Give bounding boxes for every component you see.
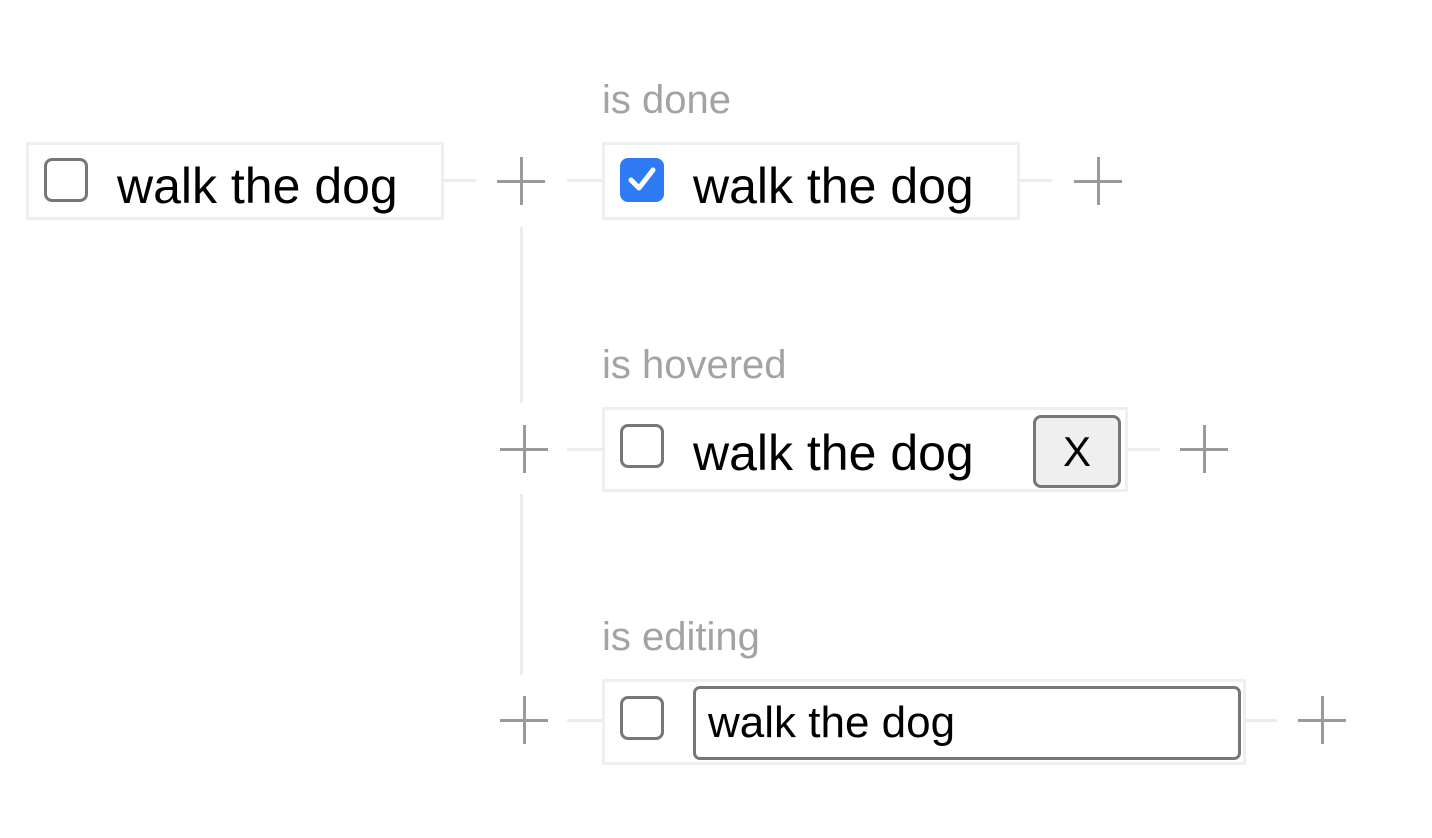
connector-line: [567, 448, 602, 451]
todo-checkbox[interactable]: [44, 158, 88, 202]
todo-edit-input[interactable]: [693, 686, 1241, 760]
state-label-hovered: is hovered: [602, 343, 787, 387]
branch-line: [520, 494, 523, 675]
plus-icon[interactable]: [500, 696, 548, 744]
todo-checkbox-checked[interactable]: [620, 158, 664, 202]
connector-line: [567, 719, 602, 722]
state-label-done: is done: [602, 78, 731, 122]
plus-icon[interactable]: [1298, 696, 1346, 744]
todo-text: walk the dog: [693, 158, 974, 214]
todo-text: walk the dog: [693, 425, 974, 481]
connector-line: [567, 179, 602, 182]
plus-icon[interactable]: [1074, 157, 1122, 205]
plus-icon[interactable]: [1180, 425, 1228, 473]
todo-text: walk the dog: [117, 158, 398, 214]
todo-checkbox[interactable]: [620, 696, 664, 740]
connector-line: [1020, 179, 1052, 182]
todo-item-base: walk the dog: [26, 142, 444, 220]
todo-item-hovered: walk the dog X: [602, 407, 1128, 492]
plus-icon[interactable]: [497, 157, 545, 205]
state-label-editing: is editing: [602, 615, 760, 659]
todo-item-done: walk the dog: [602, 142, 1020, 220]
todo-item-editing: [602, 679, 1246, 765]
connector-line: [1246, 719, 1277, 722]
connector-line: [1128, 448, 1160, 451]
todo-checkbox[interactable]: [620, 424, 664, 468]
connector-line: [444, 179, 476, 182]
branch-line: [520, 227, 523, 403]
delete-button[interactable]: X: [1033, 415, 1121, 488]
plus-icon[interactable]: [500, 425, 548, 473]
checkmark-icon: [628, 167, 656, 191]
